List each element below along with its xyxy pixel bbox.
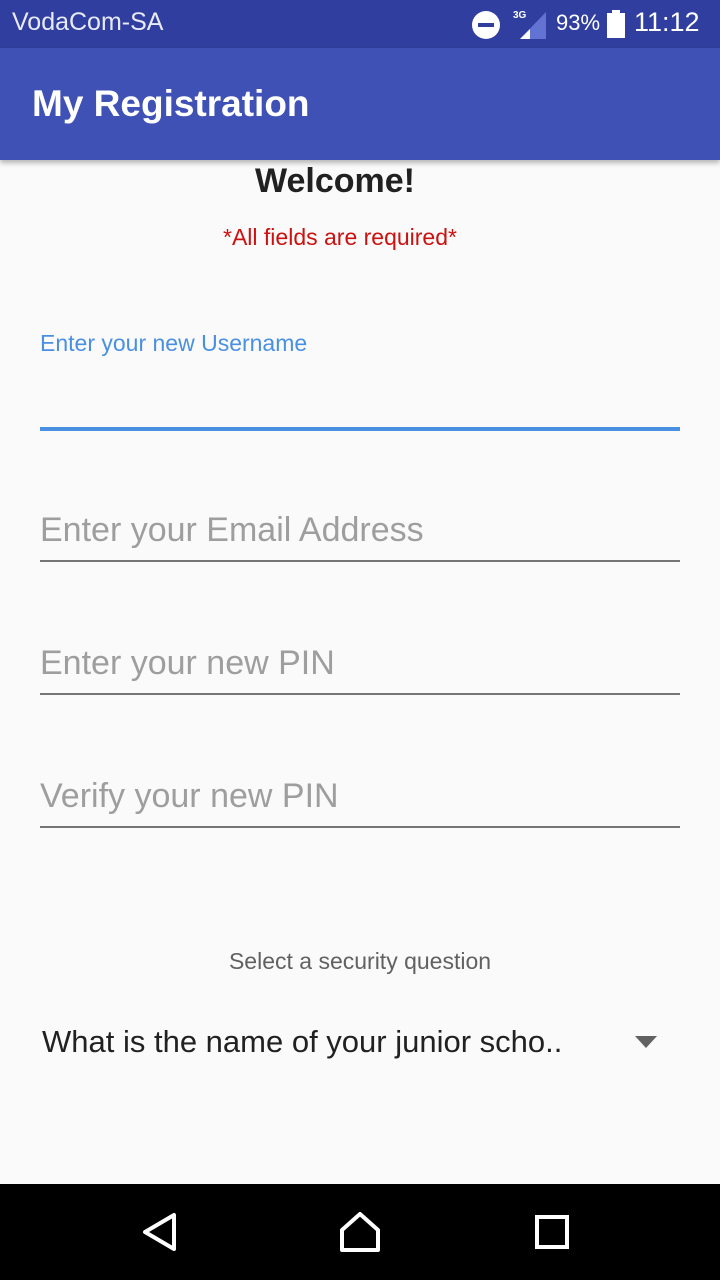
verify-pin-field[interactable]: Verify your new PIN (40, 771, 680, 831)
email-placeholder: Enter your Email Address (40, 511, 424, 549)
username-label: Enter your new Username (40, 330, 308, 356)
app-bar: My Registration (0, 48, 720, 160)
verify-pin-underline (40, 826, 680, 828)
pin-placeholder: Enter your new PIN (40, 644, 335, 682)
security-question-dropdown[interactable]: What is the name of your junior scho.. (40, 1010, 680, 1076)
battery-percent: 93% (556, 10, 601, 35)
verify-pin-placeholder: Verify your new PIN (40, 777, 339, 815)
signal-icon: 3G (513, 10, 546, 39)
email-field[interactable]: Enter your Email Address (40, 505, 680, 565)
required-note: *All fields are required* (223, 224, 457, 250)
pin-underline (40, 693, 680, 695)
recents-icon[interactable] (528, 1208, 576, 1256)
security-question-selected: What is the name of your junior scho.. (42, 1024, 563, 1059)
clock: 11:12 (634, 7, 700, 37)
battery-icon (607, 10, 625, 38)
network-type: 3G (513, 10, 527, 21)
dropdown-arrow-icon (635, 1036, 657, 1048)
status-bar: VodaCom-SA 3G 93% 11:12 (0, 0, 720, 48)
username-underline (40, 427, 680, 431)
username-field[interactable]: Enter your new Username (40, 330, 680, 434)
do-not-disturb-icon (472, 11, 500, 39)
navigation-bar (0, 1184, 720, 1280)
back-icon[interactable] (136, 1208, 184, 1256)
home-icon[interactable] (336, 1208, 384, 1256)
app-title: My Registration (32, 83, 310, 124)
welcome-heading: Welcome! (255, 162, 415, 200)
pin-field[interactable]: Enter your new PIN (40, 638, 680, 698)
email-underline (40, 560, 680, 562)
security-question-label: Select a security question (228, 948, 492, 974)
carrier-name: VodaCom-SA (12, 8, 164, 36)
